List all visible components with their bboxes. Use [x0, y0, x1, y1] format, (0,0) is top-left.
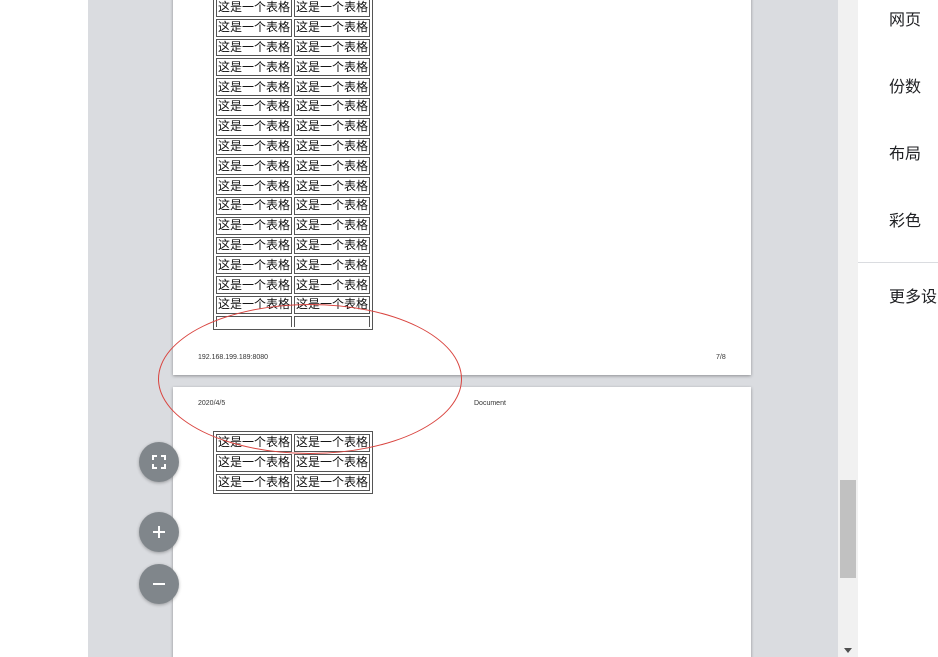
- table-row: 这是一个表格 这是一个表格: [216, 216, 371, 235]
- table-cell: 这是一个表格: [216, 177, 293, 195]
- page-footer-number: 7/8: [716, 354, 726, 361]
- fit-to-page-button[interactable]: [139, 442, 179, 482]
- table-row: 这是一个表格 这是一个表格: [216, 473, 371, 492]
- table-row: 这是一个表格 这是一个表格: [216, 58, 371, 77]
- table-row: 这是一个表格 这是一个表格: [216, 196, 371, 215]
- table-cell: 这是一个表格: [294, 157, 371, 176]
- table-row: 这是一个表格 这是一个表格: [216, 276, 371, 294]
- table-cell: 这是一个表格: [216, 276, 293, 294]
- table-row: 这是一个表格 这是一个表格: [216, 453, 371, 472]
- table-cell: 这是一个表格: [294, 117, 371, 136]
- more-settings-toggle[interactable]: 更多设: [889, 283, 937, 307]
- setting-label-copies: 份数: [889, 77, 922, 96]
- table-cell: 这是一个表格: [294, 453, 371, 472]
- setting-label-pages: 网页: [889, 10, 922, 29]
- page-footer-url: 192.168.199.189:8080: [198, 354, 269, 361]
- page-7-table: 这是一个表格 这是一个表格 这是一个表格 这是一个表格 这是一个表格 这是一个表格 这是一个…: [213, 0, 374, 330]
- preview-page-8: 2020/4/5 Document 这是一个表格 这是一个表格 这是一个表格 这是一个…: [173, 387, 751, 657]
- table-cell: 这是一个表格: [294, 434, 371, 452]
- table-row: 这是一个表格 这是一个表格: [216, 137, 371, 156]
- table-cell: 这是一个表格: [216, 157, 293, 176]
- setting-label-color: 彩色: [889, 211, 922, 230]
- table-cell: 这是一个表格: [294, 38, 371, 57]
- table-row: 这是一个表格 这是一个表格: [216, 78, 371, 96]
- table-cell: 这是一个表格: [294, 58, 371, 77]
- table-cell: 这是一个表格: [216, 295, 293, 314]
- table-cell: 这是一个表格: [294, 78, 371, 96]
- table-cell: 这是一个表格: [294, 137, 371, 156]
- table-row: 这是一个表格 这是一个表格: [216, 38, 371, 57]
- zoom-out-button[interactable]: [139, 564, 179, 604]
- print-preview-area[interactable]: 这是一个表格 这是一个表格 这是一个表格 这是一个表格 这是一个表格 这是一个表格 这是一个…: [88, 0, 838, 657]
- zoom-in-button[interactable]: [139, 512, 179, 552]
- table-cell: 这是一个表格: [216, 473, 293, 492]
- setting-label-layout: 布局: [889, 144, 922, 163]
- table-cell: 这是一个表格: [294, 473, 371, 492]
- table-cell: 这是一个表格: [216, 453, 293, 472]
- table-cell: 这是一个表格: [216, 78, 293, 96]
- table-cell: 这是一个表格: [294, 295, 371, 314]
- table-row: 这是一个表格 这是一个表格: [216, 256, 371, 275]
- print-settings-panel: 网页 份数 布局 彩色 更多设: [858, 0, 938, 657]
- table-row: 这是一个表格 这是一个表格: [216, 157, 371, 176]
- table-row: 这是一个表格 这是一个表格: [216, 18, 371, 37]
- preview-page-7: 这是一个表格 这是一个表格 这是一个表格 这是一个表格 这是一个表格 这是一个表格 这是一个…: [173, 0, 751, 375]
- table-row: 这是一个表格 这是一个表格: [216, 97, 371, 116]
- page-header-title: Document: [474, 400, 506, 407]
- table-cell: 这是一个表格: [294, 177, 371, 195]
- table-cell: 这是一个表格: [216, 216, 293, 235]
- table-cell: 这是一个表格: [216, 196, 293, 215]
- table-cell: 这是一个表格: [294, 0, 371, 17]
- table-cell: 这是一个表格: [216, 38, 293, 57]
- table-row: 这是一个表格 这是一个表格: [216, 117, 371, 136]
- table-cell: 这是一个表格: [294, 236, 371, 255]
- table-cell: 这是一个表格: [294, 97, 371, 116]
- page-header-date: 2020/4/5: [198, 400, 226, 407]
- table-cell: 这是一个表格: [216, 137, 293, 156]
- table-cell: 这是一个表格: [216, 256, 293, 275]
- table-cell: 这是一个表格: [216, 97, 293, 116]
- table-cell-empty: [294, 315, 371, 327]
- table-cell: 这是一个表格: [216, 434, 293, 452]
- scroll-down-arrow-icon[interactable]: [844, 648, 852, 653]
- table-cell: 这是一个表格: [294, 18, 371, 37]
- table-cell: 这是一个表格: [216, 18, 293, 37]
- table-cell: 这是一个表格: [294, 256, 371, 275]
- table-row: 这是一个表格 这是一个表格: [216, 236, 371, 255]
- table-cell: 这是一个表格: [216, 0, 293, 17]
- table-row: 这是一个表格 这是一个表格: [216, 295, 371, 314]
- page-8-table: 这是一个表格 这是一个表格 这是一个表格 这是一个表格 这是一个表格 这是一个表格: [213, 431, 374, 495]
- table-cell: 这是一个表格: [294, 216, 371, 235]
- zoom-in-icon: [153, 526, 165, 538]
- table-cell: 这是一个表格: [216, 236, 293, 255]
- table-cell-empty: [216, 315, 293, 327]
- settings-divider: [858, 262, 938, 263]
- table-cell: 这是一个表格: [216, 58, 293, 77]
- zoom-out-icon: [153, 583, 165, 585]
- scrollbar-thumb[interactable]: [840, 480, 856, 578]
- table-cell: 这是一个表格: [216, 117, 293, 136]
- preview-scrollbar[interactable]: [838, 0, 858, 657]
- table-cell: 这是一个表格: [294, 276, 371, 294]
- table-row: 这是一个表格 这是一个表格: [216, 434, 371, 452]
- table-row-partial: [216, 315, 371, 327]
- table-cell: 这是一个表格: [294, 196, 371, 215]
- table-row: 这是一个表格 这是一个表格: [216, 0, 371, 17]
- table-row: 这是一个表格 这是一个表格: [216, 177, 371, 195]
- fit-to-page-icon: [152, 455, 166, 469]
